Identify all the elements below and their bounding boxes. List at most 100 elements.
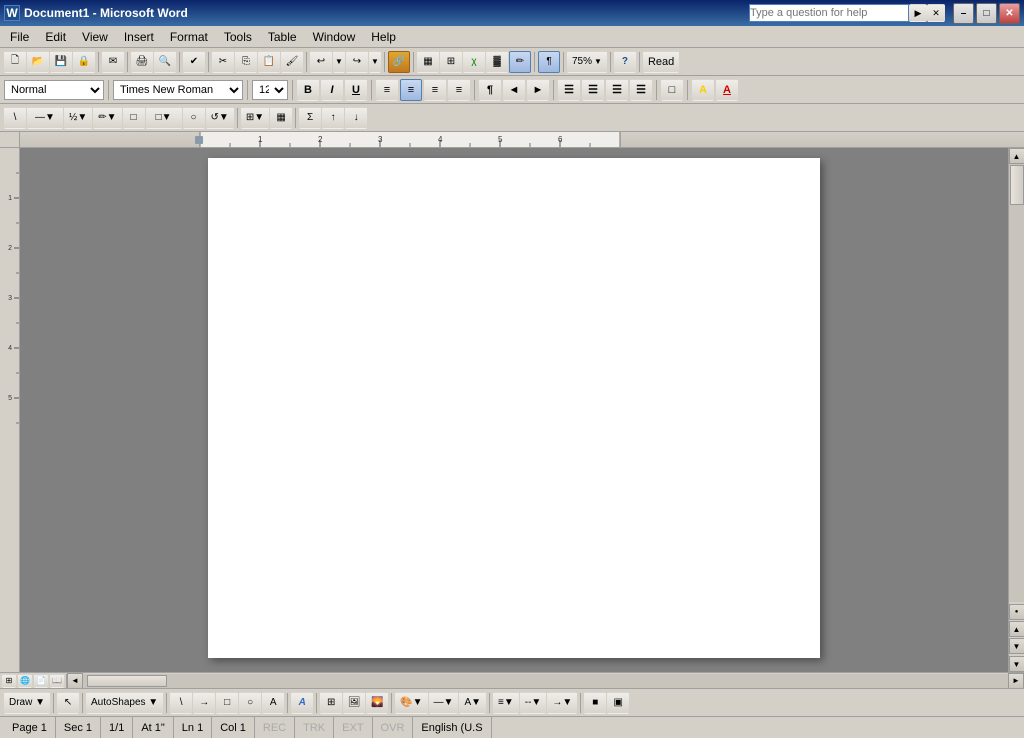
font-color-button[interactable]: A [716, 79, 738, 101]
tb3-rotate[interactable]: ↺▼ [206, 107, 234, 129]
select-browse-button[interactable]: ● [1009, 604, 1024, 620]
3d-button[interactable]: ▣ [607, 692, 629, 714]
permission-button[interactable]: 🔒 [73, 51, 95, 73]
align-left-button[interactable]: ≡ [376, 79, 398, 101]
highlight-button[interactable]: A [692, 79, 714, 101]
line-style-button[interactable]: ≡▼ [493, 692, 519, 714]
underline-button[interactable]: U [345, 79, 367, 101]
autoshapes-menu[interactable]: AutoShapes ▼ [86, 692, 163, 714]
show-hide-button[interactable]: ¶ [538, 51, 560, 73]
minimize-button[interactable]: – [953, 3, 974, 24]
shadow-button[interactable]: ■ [584, 692, 606, 714]
draw-line-button[interactable]: \ [170, 692, 192, 714]
new-button[interactable]: 🗋 [4, 51, 26, 73]
menu-edit[interactable]: Edit [37, 28, 74, 46]
draw-oval-button[interactable]: ○ [239, 692, 261, 714]
menu-tools[interactable]: Tools [216, 28, 260, 46]
print-button[interactable]: 🖨 [131, 51, 153, 73]
draw-rect-button[interactable]: □ [216, 692, 238, 714]
insert-table-button[interactable]: ⊞ [440, 51, 462, 73]
cut-button[interactable]: ✂ [212, 51, 234, 73]
scroll-up-button[interactable]: ▲ [1009, 148, 1024, 164]
tb3-shapes[interactable]: □▼ [146, 107, 182, 129]
help-search-button[interactable]: ▶ [909, 4, 927, 22]
line-spacing-button[interactable]: ¶ [479, 79, 501, 101]
h-scroll-track[interactable] [83, 674, 1008, 688]
h-scroll-thumb[interactable] [87, 675, 167, 687]
outline-view[interactable]: ⊞ [2, 674, 16, 688]
document-canvas[interactable] [20, 148, 1008, 672]
prev-page-button[interactable]: ▲ [1009, 621, 1024, 637]
tb3-pencil[interactable]: ✏▼ [93, 107, 121, 129]
tables-borders-button[interactable]: ▦ [417, 51, 439, 73]
bullets-button[interactable]: ☰ [558, 79, 580, 101]
scroll-track[interactable] [1009, 164, 1024, 602]
tb3-sum[interactable]: Σ [299, 107, 321, 129]
font-color-draw-button[interactable]: A▼ [459, 692, 486, 714]
menu-table[interactable]: Table [260, 28, 305, 46]
open-button[interactable]: 📂 [27, 51, 49, 73]
next-page-button[interactable]: ▼ [1009, 638, 1024, 654]
tb3-circles[interactable]: ○ [183, 107, 205, 129]
close-button[interactable]: ✕ [999, 3, 1020, 24]
scroll-right-button[interactable]: ► [1008, 673, 1024, 689]
line-color-button[interactable]: —▼ [429, 692, 459, 714]
font-size-selector[interactable]: 12 [252, 80, 288, 100]
email-button[interactable]: ✉ [102, 51, 124, 73]
bold-button[interactable]: B [297, 79, 319, 101]
tb3-table[interactable]: ⊞▼ [241, 107, 269, 129]
menu-format[interactable]: Format [162, 28, 216, 46]
italic-button[interactable]: I [321, 79, 343, 101]
tb3-sortdesc[interactable]: ↓ [345, 107, 367, 129]
menu-file[interactable]: File [2, 28, 37, 46]
help-search-input[interactable] [749, 4, 909, 22]
print-layout[interactable]: 📄 [34, 674, 48, 688]
arrow-style-button[interactable]: →▼ [547, 692, 577, 714]
tb3-rect[interactable]: □ [123, 107, 145, 129]
draw-menu[interactable]: Draw ▼ [4, 692, 50, 714]
menu-view[interactable]: View [74, 28, 116, 46]
undo-button[interactable]: ↩ [310, 51, 332, 73]
tb3-merge[interactable]: ▦ [270, 107, 292, 129]
tb3-line-style[interactable]: —▼ [27, 107, 63, 129]
reading-layout[interactable]: 📖 [50, 674, 64, 688]
web-view[interactable]: 🌐 [18, 674, 32, 688]
paste-button[interactable]: 📋 [258, 51, 280, 73]
menu-help[interactable]: Help [363, 28, 404, 46]
tb3-fraction[interactable]: ½▼ [64, 107, 92, 129]
justify-button[interactable]: ≡ [448, 79, 470, 101]
help-close-button[interactable]: ✕ [927, 4, 945, 22]
format-painter-button[interactable]: 🖌 [281, 51, 303, 73]
insert-picture-button[interactable]: 🌄 [366, 692, 388, 714]
decrease-indent-button[interactable]: ◄ [503, 79, 525, 101]
hyperlink-button[interactable]: 🔗 [388, 51, 410, 73]
word-help-button[interactable]: ? [614, 51, 636, 73]
insert-excel-button[interactable]: χ [463, 51, 485, 73]
maximize-button[interactable]: □ [976, 3, 997, 24]
copy-button[interactable]: ⎘ [235, 51, 257, 73]
align-right-button[interactable]: ≡ [424, 79, 446, 101]
tb3-sortasc[interactable]: ↑ [322, 107, 344, 129]
columns-button[interactable]: ▓ [486, 51, 508, 73]
read-button[interactable]: Read [643, 51, 679, 73]
scroll-down-button[interactable]: ▼ [1009, 656, 1024, 672]
decrease-indent2-button[interactable]: ☰ [606, 79, 628, 101]
increase-indent2-button[interactable]: ☰ [630, 79, 652, 101]
print-preview-button[interactable]: 🔍 [154, 51, 176, 73]
drawing-button[interactable]: ✏ [509, 51, 531, 73]
diagram-button[interactable]: ⊞ [320, 692, 342, 714]
clipart-button[interactable]: 🖼 [343, 692, 365, 714]
align-center-button[interactable]: ≡ [400, 79, 422, 101]
scroll-thumb[interactable] [1010, 165, 1024, 205]
save-button[interactable]: 💾 [50, 51, 72, 73]
redo-dropdown[interactable]: ▼ [369, 51, 381, 73]
fill-color-button[interactable]: 🎨▼ [395, 692, 427, 714]
document-page[interactable] [208, 158, 820, 658]
redo-button[interactable]: ↪ [346, 51, 368, 73]
select-objects-button[interactable]: ↖ [57, 692, 79, 714]
increase-indent-button[interactable]: ► [527, 79, 549, 101]
draw-arrow-button[interactable]: → [193, 692, 215, 714]
dash-style-button[interactable]: --▼ [520, 692, 547, 714]
menu-window[interactable]: Window [305, 28, 364, 46]
numbering-button[interactable]: ☰ [582, 79, 604, 101]
